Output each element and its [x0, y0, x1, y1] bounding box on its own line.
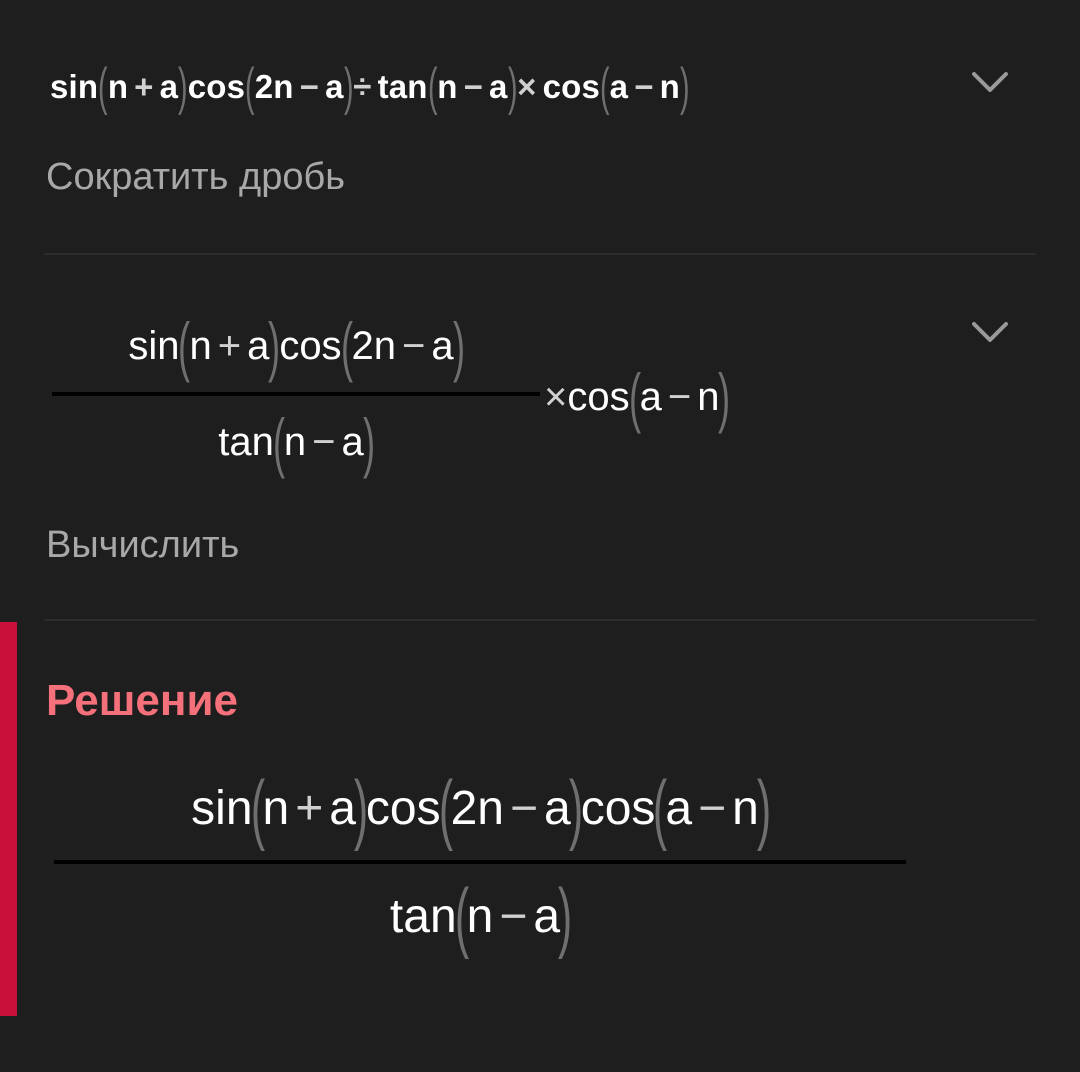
func-tan: tan — [377, 68, 428, 105]
divider — [44, 253, 1036, 255]
multiplier: × cos ( a − n ) — [544, 360, 731, 434]
chevron-down-icon[interactable] — [968, 318, 1012, 348]
denominator: tan ( n − a ) — [218, 405, 375, 479]
func-cos: cos — [542, 68, 601, 105]
func-cos: cos — [187, 68, 246, 105]
solution-accent-bar — [0, 622, 17, 1016]
expression-item-1[interactable]: sin ( n + a ) cos ( 2n − a ) ÷ tan ( n −… — [0, 0, 1080, 256]
denominator: tan ( n − a ) — [389, 872, 573, 960]
action-caption: Сократить дробь — [46, 156, 346, 198]
func-sin: sin — [50, 68, 99, 105]
fraction-expression-2: sin ( n + a ) cos ( 2n − a ) tan ( n − a… — [52, 300, 540, 488]
divider — [44, 619, 1036, 621]
expression-1: sin ( n + a ) cos ( 2n − a ) ÷ tan ( n −… — [50, 58, 690, 116]
solution-title: Решение — [46, 676, 238, 725]
solution-fraction: sin ( n + a ) cos ( 2n − a ) cos ( a − n… — [54, 756, 906, 968]
numerator: sin ( n + a ) cos ( 2n − a ) — [128, 309, 465, 383]
numerator: sin ( n + a ) cos ( 2n − a ) cos ( a − n… — [191, 764, 771, 852]
chevron-down-icon[interactable] — [968, 68, 1012, 98]
action-caption: Вычислить — [46, 524, 240, 566]
